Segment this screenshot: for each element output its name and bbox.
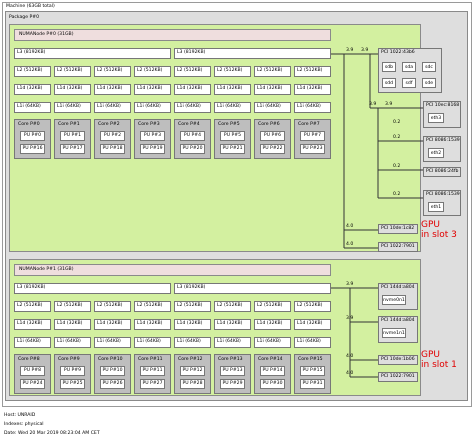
footer-indexes: Indexes: physical bbox=[4, 422, 44, 427]
pci-label: PCI 10ec:8168 bbox=[426, 103, 460, 108]
bandwidth-label: 4.0 bbox=[346, 371, 354, 376]
pci-gpu-slot1: PCI 10de:1b06 bbox=[378, 355, 418, 365]
pci-audio-numa1: PCI 1022:7901 bbox=[378, 372, 418, 382]
bandwidth-label: 3.9 bbox=[361, 48, 369, 53]
net-eth1: eth1 bbox=[428, 202, 444, 212]
bandwidth-label: 0.2 bbox=[393, 135, 401, 140]
pci-ethernet-realtek: PCI 10ec:8168 eth3 bbox=[423, 101, 461, 128]
pci-label: PCI 8086:1539 bbox=[426, 192, 460, 197]
pci-label: PCI 1022:43b6 bbox=[381, 50, 415, 55]
disk-sde: sde bbox=[422, 78, 436, 88]
bandwidth-label: 0.2 bbox=[393, 192, 401, 197]
bandwidth-label: 3.9 bbox=[369, 102, 377, 107]
disk-sdb: sdb bbox=[382, 62, 396, 72]
pci-label: PCI 10de:1c82 bbox=[381, 226, 415, 231]
pci-label: PCI 144d:a804 bbox=[381, 318, 415, 323]
pci-label: PCI 1022:7901 bbox=[381, 244, 415, 249]
footer-host: Host: UNRAID bbox=[4, 413, 36, 418]
annotation-line: GPU bbox=[421, 350, 440, 360]
annotation-line: GPU bbox=[421, 220, 440, 230]
pci-label: PCI 8086:24fb bbox=[426, 169, 459, 174]
footer-date: Date: Wed 20 Mar 2019 08:23:04 AM CET bbox=[4, 431, 100, 436]
disk-sdd: sdd bbox=[382, 78, 396, 88]
disk-nvme0n1: nvme0n1 bbox=[382, 295, 406, 305]
pci-nvme-0: PCI 144d:a804 nvme0n1 bbox=[378, 283, 418, 310]
net-eth2: eth2 bbox=[428, 148, 444, 158]
annotation-line: in slot 3 bbox=[421, 230, 457, 240]
bandwidth-label: 0.2 bbox=[393, 164, 401, 169]
bandwidth-label: 3.9 bbox=[346, 282, 354, 287]
disk-sdf: sdf bbox=[402, 78, 416, 88]
bandwidth-label: 3.9 bbox=[346, 48, 354, 53]
pci-ethernet-intel-2: PCI 8086:1539 eth1 bbox=[423, 190, 461, 216]
pci-label: PCI 8086:1539 bbox=[426, 138, 460, 143]
pci-ethernet-intel-1: PCI 8086:1539 eth2 bbox=[423, 136, 461, 162]
gpu-annotation-slot1: GPU in slot 1 bbox=[421, 350, 457, 370]
pci-sata-controller: PCI 1022:43b6 sdb sda sdc sdd sdf sde bbox=[378, 48, 442, 93]
disk-sda: sda bbox=[402, 62, 416, 72]
bandwidth-label: 3.9 bbox=[385, 102, 393, 107]
pci-nvme-1: PCI 144d:a804 nvme1n1 bbox=[378, 316, 418, 343]
pci-label: PCI 144d:a804 bbox=[381, 285, 415, 290]
disk-nvme1n1: nvme1n1 bbox=[382, 328, 406, 338]
gpu-annotation-slot3: GPU in slot 3 bbox=[421, 220, 457, 240]
bandwidth-label: 0.2 bbox=[393, 120, 401, 125]
annotation-line: in slot 1 bbox=[421, 360, 457, 370]
bandwidth-label: 3.9 bbox=[346, 316, 354, 321]
bandwidth-label: 4.0 bbox=[346, 242, 354, 247]
bandwidth-label: 4.0 bbox=[346, 224, 354, 229]
pci-label: PCI 10de:1b06 bbox=[381, 357, 415, 362]
pci-gpu-slot3: PCI 10de:1c82 bbox=[378, 224, 418, 234]
disk-sdc: sdc bbox=[422, 62, 436, 72]
bandwidth-label: 4.0 bbox=[346, 354, 354, 359]
net-eth3: eth3 bbox=[428, 113, 444, 123]
pci-audio-numa0: PCI 1022:7901 bbox=[378, 242, 418, 252]
pci-label: PCI 1022:7901 bbox=[381, 374, 415, 379]
pci-wireless: PCI 8086:24fb bbox=[423, 167, 461, 177]
